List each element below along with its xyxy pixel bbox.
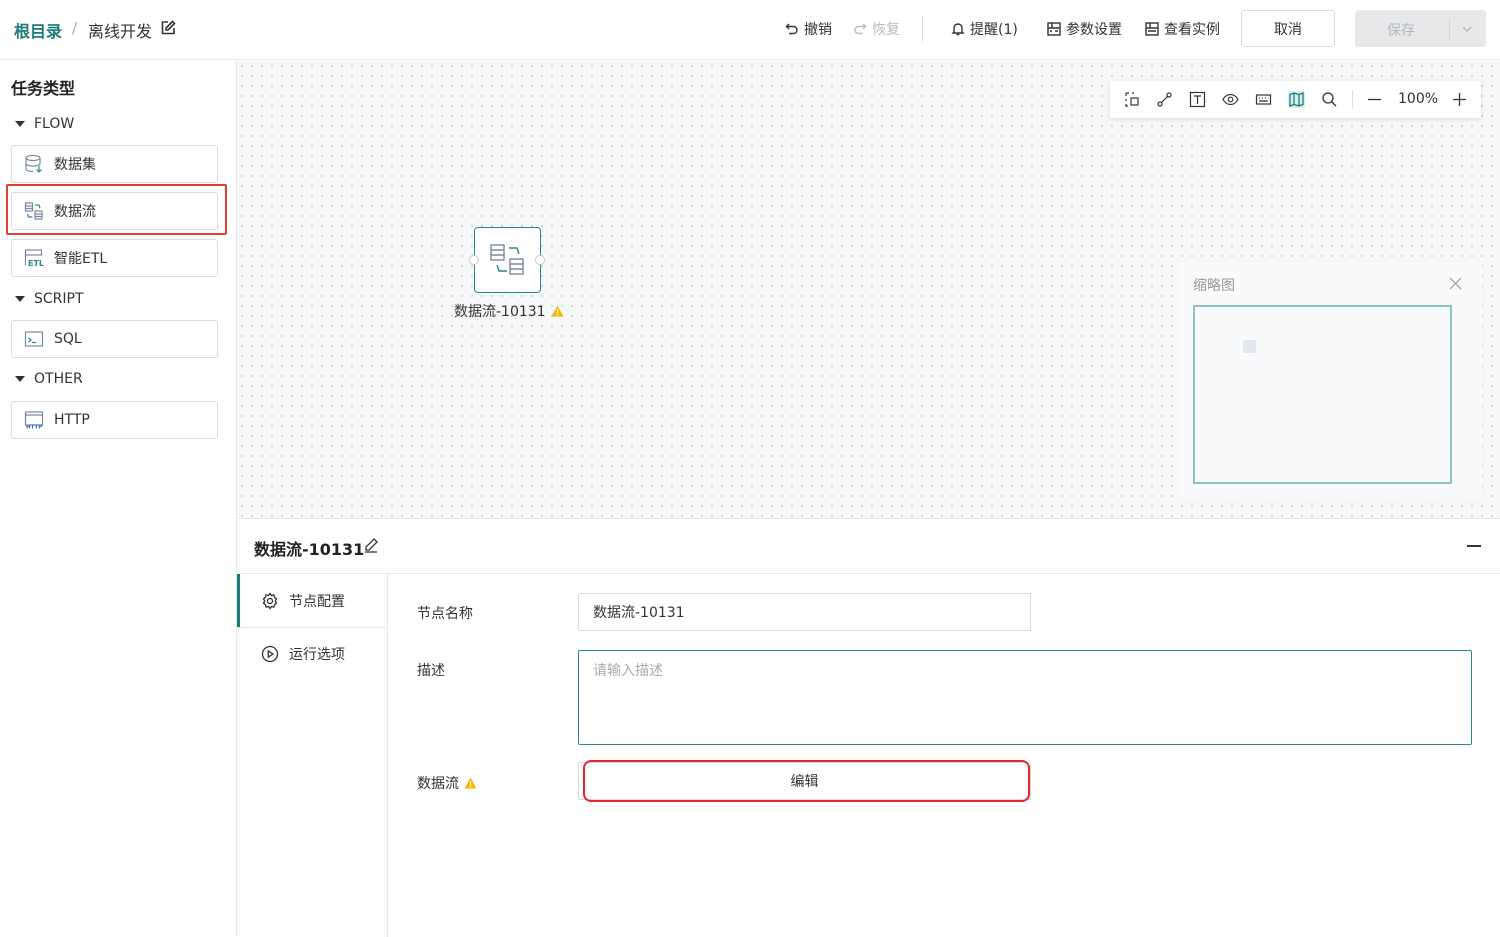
minimap-title: 缩略图 <box>1193 278 1235 294</box>
toolbar-divider <box>1352 90 1353 109</box>
dataflow-highlight-box <box>6 184 227 235</box>
sidebar-item-smart-etl[interactable]: ETL 智能ETL <box>11 239 218 277</box>
toolbar-divider <box>922 16 923 42</box>
minimap-viewport[interactable] <box>1193 305 1452 484</box>
remind-button[interactable]: 提醒(1) <box>951 19 1018 39</box>
remind-label: 提醒(1) <box>970 22 1018 38</box>
undo-label: 撤销 <box>804 22 832 38</box>
group-label: OTHER <box>34 371 83 387</box>
dataflow-field-label: 数据流 <box>417 773 477 793</box>
dataflow-icon <box>490 244 524 275</box>
panel-nav: 节点配置 运行选项 <box>237 574 388 937</box>
group-flow[interactable]: FLOW <box>15 116 74 132</box>
sidebar-item-sql[interactable]: SQL <box>11 320 218 358</box>
breadcrumb-separator: / <box>72 19 78 37</box>
canvas-toolbar: 100% <box>1110 81 1481 118</box>
instances-icon <box>1145 22 1159 36</box>
caret-down-icon <box>15 296 25 302</box>
warning-icon <box>464 777 477 789</box>
close-icon[interactable] <box>1449 277 1462 290</box>
breadcrumb-root[interactable]: 根目录 <box>14 18 62 42</box>
tab-label: 节点配置 <box>289 593 345 610</box>
terminal-icon <box>24 331 44 347</box>
minimize-icon[interactable] <box>1467 545 1481 547</box>
search-icon[interactable] <box>1321 91 1338 108</box>
params-button[interactable]: 参数设置 <box>1047 19 1122 39</box>
sidebar-title: 任务类型 <box>11 79 76 98</box>
sidebar-item-label: 数据集 <box>54 157 96 173</box>
breadcrumb-current: 离线开发 <box>88 22 153 41</box>
sidebar-item-label: HTTP <box>54 412 90 428</box>
zoom-level: 100% <box>1398 91 1439 107</box>
params-icon <box>1047 22 1061 36</box>
text-icon[interactable] <box>1189 91 1206 108</box>
http-icon: HTTP <box>24 411 44 431</box>
caret-down-icon <box>15 376 25 382</box>
task-type-sidebar: 任务类型 FLOW 数据集 数据流 ETL 智能ETL SCRIPT SQL O… <box>0 61 237 936</box>
save-split-divider <box>1449 18 1450 39</box>
zoom-in-icon[interactable] <box>1451 91 1468 108</box>
caret-down-icon <box>15 121 25 127</box>
instances-label: 查看实例 <box>1164 22 1220 38</box>
undo-button[interactable]: 撤销 <box>785 19 832 39</box>
params-label: 参数设置 <box>1066 22 1122 38</box>
map-icon[interactable] <box>1288 91 1305 108</box>
node-name-input[interactable] <box>578 593 1031 631</box>
warning-icon <box>551 305 564 317</box>
zoom-out-icon[interactable] <box>1366 91 1383 108</box>
undo-icon <box>785 23 798 35</box>
dataflow-node[interactable] <box>469 227 545 293</box>
redo-button[interactable]: 恢复 <box>853 19 900 39</box>
name-field-label: 节点名称 <box>417 606 473 622</box>
node-label: 数据流-10131 <box>454 301 564 321</box>
edit-button-highlight-box <box>583 760 1030 802</box>
redo-icon <box>854 23 867 35</box>
instances-button[interactable]: 查看实例 <box>1145 19 1220 39</box>
play-circle-icon <box>261 645 279 662</box>
desc-field-label: 描述 <box>417 663 445 679</box>
top-bar: 根目录 / 离线开发 撤销 恢复 提醒(1) 参数设置 查看实例 取消 保存 <box>0 0 1500 60</box>
minimap-node <box>1243 340 1256 353</box>
group-other[interactable]: OTHER <box>15 371 83 387</box>
node-name: 数据流-10131 <box>454 304 546 320</box>
description-input[interactable] <box>578 650 1472 745</box>
cancel-button[interactable]: 取消 <box>1241 10 1335 47</box>
panel-title: 数据流-10131 <box>254 540 365 559</box>
database-icon <box>25 154 42 173</box>
etl-icon: ETL <box>24 249 44 268</box>
sidebar-item-dataset[interactable]: 数据集 <box>11 145 218 183</box>
group-label: SCRIPT <box>34 291 84 307</box>
keyboard-icon[interactable] <box>1255 91 1272 108</box>
panel-header: 数据流-10131 <box>237 519 1500 574</box>
sidebar-item-http[interactable]: HTTP HTTP <box>11 401 218 439</box>
node-config-panel: 数据流-10131 节点配置 运行选项 节点名称 描述 数据流 编辑 <box>237 518 1500 937</box>
chevron-down-icon[interactable] <box>1461 23 1473 35</box>
dag-canvas[interactable]: 100% 数据流-10131 缩略图 <box>237 61 1500 518</box>
gear-icon <box>262 591 278 610</box>
sidebar-item-label: SQL <box>54 331 82 347</box>
connect-icon[interactable] <box>1156 91 1173 108</box>
group-script[interactable]: SCRIPT <box>15 291 84 307</box>
tab-run-options[interactable]: 运行选项 <box>237 627 387 680</box>
eye-icon[interactable] <box>1222 91 1239 108</box>
select-icon[interactable] <box>1124 91 1141 108</box>
edit-icon[interactable] <box>160 20 176 36</box>
input-port[interactable] <box>469 255 479 265</box>
svg-text:HTTP: HTTP <box>26 425 42 431</box>
group-label: FLOW <box>34 116 75 132</box>
sidebar-item-label: 智能ETL <box>54 251 108 267</box>
redo-label: 恢复 <box>872 22 900 38</box>
tab-label: 运行选项 <box>289 646 345 663</box>
bell-icon <box>951 23 965 36</box>
output-port[interactable] <box>535 255 545 265</box>
edit-icon[interactable] <box>363 537 379 553</box>
save-label: 保存 <box>1387 23 1415 39</box>
save-button[interactable]: 保存 <box>1355 10 1486 47</box>
svg-text:ETL: ETL <box>28 259 44 268</box>
minimap[interactable]: 缩略图 <box>1179 262 1482 498</box>
dataflow-field-text: 数据流 <box>417 776 459 792</box>
tab-node-config[interactable]: 节点配置 <box>237 574 387 627</box>
